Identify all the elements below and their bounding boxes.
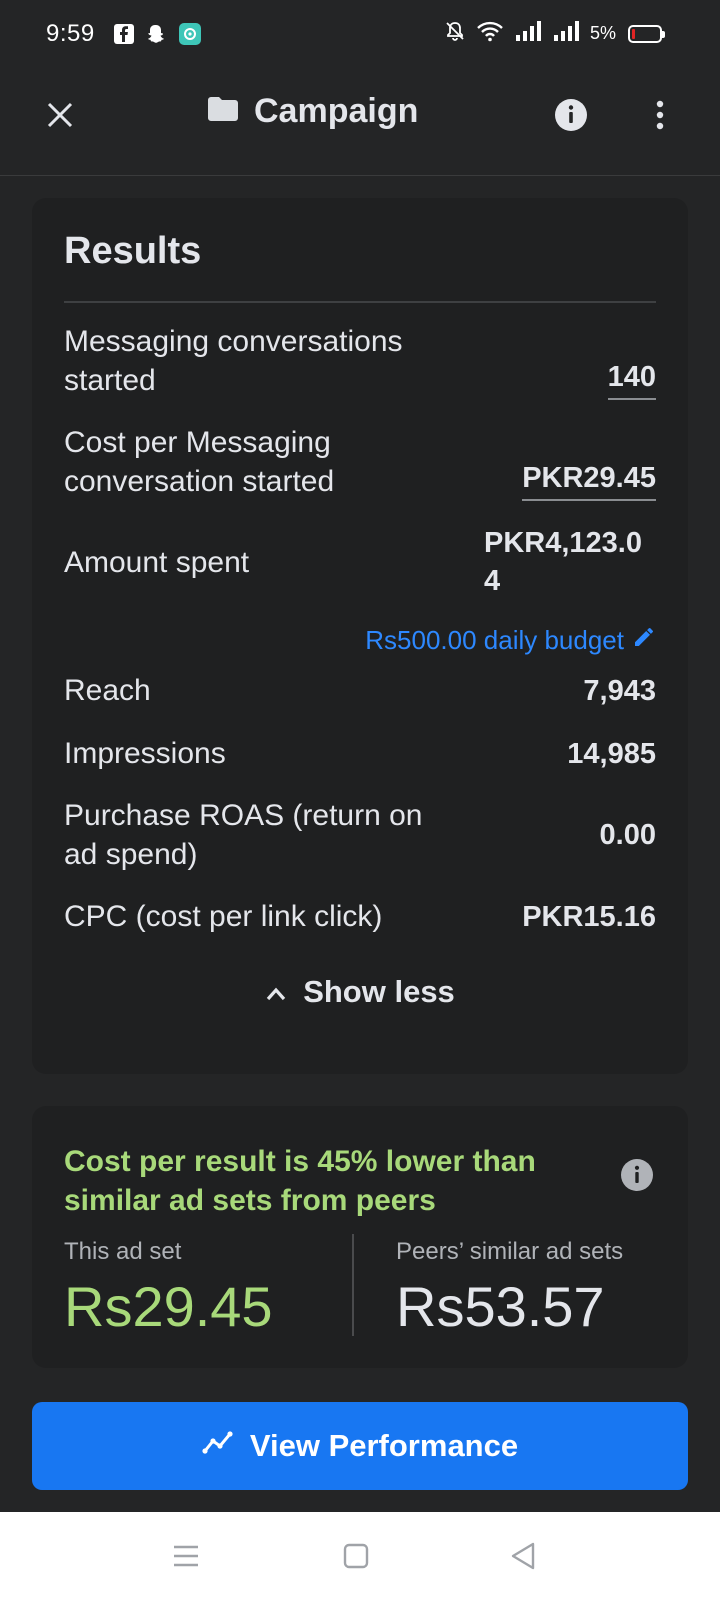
metric-row: Messaging conversations started 140: [64, 322, 656, 400]
view-performance-button[interactable]: View Performance: [32, 1402, 688, 1490]
system-nav-bar: [0, 1512, 720, 1600]
this-ad-set-value: Rs29.45: [64, 1275, 273, 1338]
metric-value[interactable]: 140: [607, 358, 656, 400]
this-ad-set-label: This ad set: [64, 1238, 182, 1265]
metric-value: 7,943: [583, 674, 656, 707]
metric-label: CPC (cost per link click): [64, 900, 383, 933]
signal-icon: [514, 20, 542, 47]
signal-icon: [552, 20, 580, 47]
peers-value: Rs53.57: [396, 1275, 605, 1338]
app-bar: Campaign: [0, 70, 720, 176]
show-less-button[interactable]: Show less: [32, 974, 688, 1010]
metric-label: Amount spent: [64, 545, 250, 579]
metric-label: Reach: [64, 674, 151, 707]
metric-value[interactable]: PKR29.45: [522, 459, 656, 501]
status-right: 5%: [444, 20, 665, 47]
back-icon[interactable]: [503, 1538, 543, 1574]
more-options-icon[interactable]: [645, 97, 675, 133]
metric-row: Purchase ROAS (return on ad spend) 0.00: [64, 796, 656, 874]
metric-label: Cost per Messaging conversation started: [64, 426, 335, 498]
peer-comparison-title: Cost per result is 45% lower than simila…: [64, 1145, 536, 1217]
daily-budget-link[interactable]: Rs500.00 daily budget: [365, 625, 656, 656]
budget-text: Rs500.00 daily budget: [365, 625, 624, 655]
bell-off-icon: [444, 20, 466, 47]
metric-label: Purchase ROAS (return on ad spend): [64, 799, 423, 871]
status-bar: 9:59 5%: [0, 0, 720, 70]
app-bar-title: Campaign: [206, 92, 418, 131]
trend-icon: [202, 1428, 234, 1464]
metric-row: Reach 7,943: [64, 671, 656, 710]
battery-icon: [628, 24, 665, 43]
metric-value: 14,985: [567, 737, 656, 770]
metric-row: Impressions 14,985: [64, 734, 656, 773]
status-time: 9:59: [46, 20, 95, 47]
this-ad-set-stat: This ad set Rs29.45: [64, 1238, 273, 1339]
results-card: Results Messaging conversations started …: [32, 198, 688, 1074]
info-icon[interactable]: [620, 1158, 654, 1192]
pencil-icon: [632, 625, 656, 656]
facebook-icon: [112, 22, 136, 46]
peer-comparison-card: Cost per result is 45% lower than simila…: [32, 1106, 688, 1368]
app-icon: [178, 22, 202, 46]
metric-value: 0.00: [599, 819, 656, 851]
metric-row: Cost per Messaging conversation started …: [64, 423, 656, 501]
divider: [352, 1234, 354, 1336]
metric-label: Impressions: [64, 737, 226, 770]
info-icon[interactable]: [553, 97, 589, 133]
folder-icon: [206, 95, 240, 128]
metric-value: PKR15.16: [522, 900, 656, 933]
view-performance-label: View Performance: [249, 1428, 519, 1463]
close-icon[interactable]: [40, 95, 80, 135]
results-title: Results: [64, 230, 202, 272]
peers-stat: Peers’ similar ad sets Rs53.57: [396, 1238, 623, 1339]
metric-row: Amount spent PKR4,123.04: [64, 524, 656, 600]
menu-icon[interactable]: [166, 1538, 206, 1574]
metric-value: PKR4,123.04: [484, 527, 642, 597]
wifi-icon: [476, 20, 504, 47]
divider: [64, 301, 656, 303]
metric-row: CPC (cost per link click) PKR15.16: [64, 897, 656, 936]
home-icon[interactable]: [336, 1538, 376, 1574]
battery-percent: 5%: [589, 23, 616, 43]
page-title: Campaign: [254, 92, 419, 130]
peers-label: Peers’ similar ad sets: [396, 1238, 624, 1265]
metric-label: Messaging conversations started: [64, 325, 403, 397]
chevron-up-icon: [265, 974, 287, 1010]
show-less-label: Show less: [303, 974, 455, 1009]
snapchat-icon: [144, 22, 168, 46]
